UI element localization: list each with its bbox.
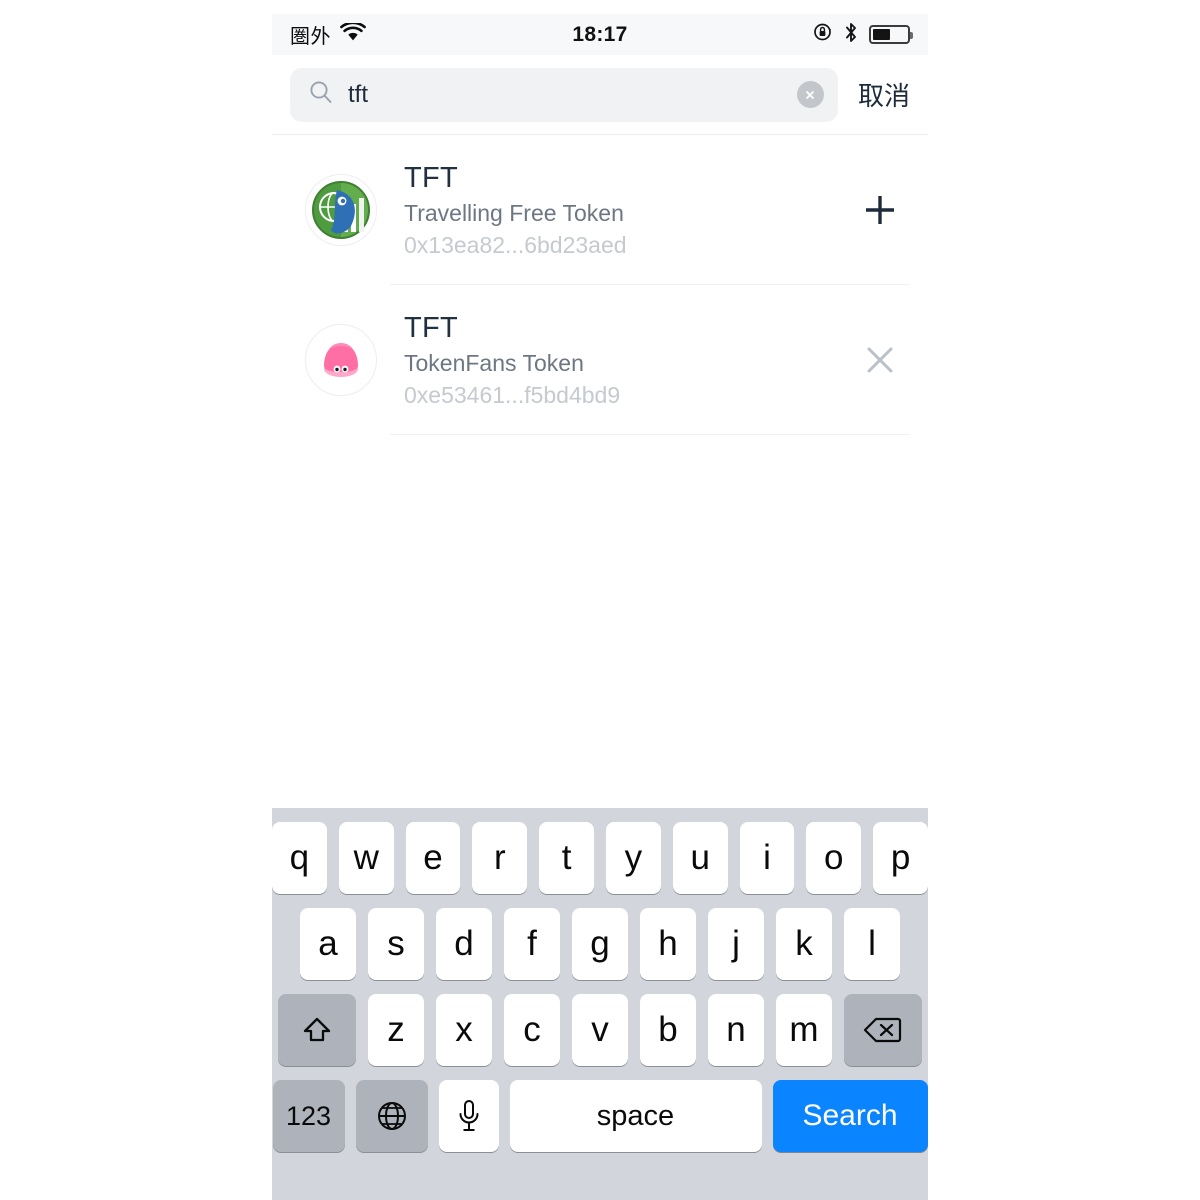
microphone-icon: [459, 1100, 478, 1131]
shift-icon: [303, 1017, 331, 1042]
token-result-row[interactable]: TFT Travelling Free Token 0x13ea82...6bd…: [272, 135, 928, 285]
search-input[interactable]: tft: [290, 67, 838, 122]
key-d[interactable]: d: [436, 908, 492, 980]
bluetooth-icon: [844, 22, 858, 48]
token-name: Travelling Free Token: [404, 199, 624, 226]
key-t[interactable]: t: [539, 822, 594, 894]
search-input-value: tft: [348, 80, 369, 108]
key-u[interactable]: u: [672, 822, 728, 894]
clear-search-button[interactable]: [796, 81, 824, 108]
search-results-list: TFT Travelling Free Token 0x13ea82...6bd…: [272, 135, 928, 435]
token-result-row[interactable]: TFT TokenFans Token 0xe53461...f5bd4bd9: [272, 285, 928, 435]
key-p[interactable]: p: [873, 822, 928, 894]
backspace-key[interactable]: [844, 994, 922, 1066]
key-n[interactable]: n: [708, 994, 764, 1066]
status-bar: 圏外 18:17: [272, 14, 928, 55]
key-l[interactable]: l: [844, 908, 900, 980]
token-logo-globe-shield-icon: [305, 174, 377, 246]
carrier-label: 圏外: [290, 24, 331, 48]
close-icon: [867, 347, 893, 373]
search-icon: [308, 79, 334, 110]
key-w[interactable]: w: [338, 822, 394, 894]
status-bar-left: 圏外: [290, 20, 366, 49]
shift-key[interactable]: [278, 994, 356, 1066]
keyboard-row-1: q w e r t y u i o p: [272, 822, 928, 894]
key-m[interactable]: m: [776, 994, 832, 1066]
key-b[interactable]: b: [640, 994, 696, 1066]
key-x[interactable]: x: [436, 994, 492, 1066]
space-key[interactable]: space: [509, 1080, 762, 1152]
search-key[interactable]: Search: [772, 1080, 928, 1152]
phone-screen: 圏外 18:17 tft 取消 TFT Travelling Free Toke…: [272, 14, 928, 1200]
token-symbol: TFT: [404, 161, 459, 194]
key-k[interactable]: k: [776, 908, 832, 980]
remove-token-button[interactable]: [850, 343, 910, 377]
key-e[interactable]: e: [405, 822, 461, 894]
key-s[interactable]: s: [368, 908, 424, 980]
battery-icon: [869, 25, 913, 44]
numbers-key[interactable]: 123: [272, 1080, 345, 1152]
key-j[interactable]: j: [708, 908, 764, 980]
search-bar: tft 取消: [272, 55, 928, 135]
globe-icon: [377, 1102, 406, 1130]
key-q[interactable]: q: [272, 822, 327, 894]
key-h[interactable]: h: [640, 908, 696, 980]
keyboard-row-3: z x c v b n m: [272, 994, 928, 1066]
key-a[interactable]: a: [300, 908, 356, 980]
key-z[interactable]: z: [368, 994, 424, 1066]
token-info: TFT TokenFans Token 0xe53461...f5bd4bd9: [404, 312, 850, 409]
status-bar-right: [813, 22, 913, 48]
cancel-button[interactable]: 取消: [858, 76, 910, 113]
plus-icon: [866, 196, 894, 224]
token-address: 0xe53461...f5bd4bd9: [404, 381, 621, 408]
token-address: 0x13ea82...6bd23aed: [404, 231, 627, 258]
keyboard-row-2: a s d f g h j k l: [272, 908, 928, 980]
key-y[interactable]: y: [606, 822, 661, 894]
token-logo-pink-clam-icon: [305, 324, 377, 396]
key-c[interactable]: c: [504, 994, 560, 1066]
keyboard-row-4: 123 space Search: [272, 1080, 928, 1152]
key-g[interactable]: g: [572, 908, 628, 980]
wifi-icon: [340, 20, 366, 47]
rotation-lock-icon: [813, 22, 833, 47]
token-info: TFT Travelling Free Token 0x13ea82...6bd…: [404, 162, 850, 259]
battery-fill: [873, 29, 891, 40]
row-divider: [390, 434, 910, 435]
key-v[interactable]: v: [572, 994, 628, 1066]
key-i[interactable]: i: [739, 822, 795, 894]
token-symbol: TFT: [404, 311, 459, 344]
key-f[interactable]: f: [504, 908, 560, 980]
on-screen-keyboard: q w e r t y u i o p a s d f g h j k l z …: [272, 808, 928, 1200]
key-o[interactable]: o: [806, 822, 862, 894]
language-key[interactable]: [355, 1080, 428, 1152]
dictation-key[interactable]: [438, 1080, 499, 1152]
key-r[interactable]: r: [472, 822, 528, 894]
backspace-icon: [863, 1017, 902, 1043]
token-name: TokenFans Token: [404, 349, 584, 376]
add-token-button[interactable]: [850, 191, 910, 229]
